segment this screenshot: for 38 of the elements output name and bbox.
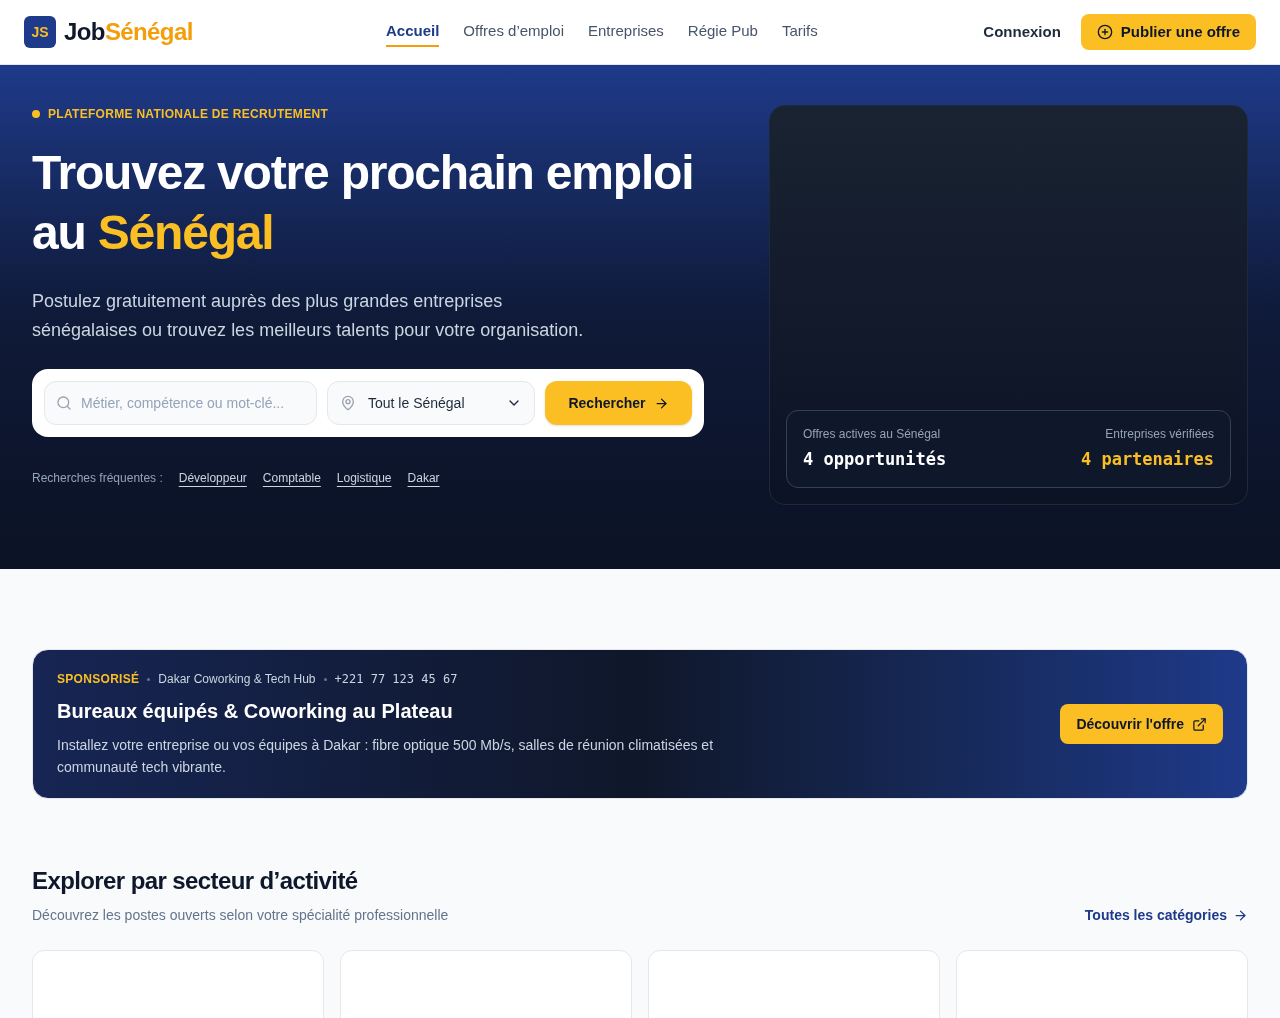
company-name: Dakar Coworking & Tech Hub (158, 671, 316, 688)
nav-link[interactable]: Tarifs (781, 19, 818, 45)
section-title: Explorer par secteur d’activité (32, 866, 359, 896)
nav-link[interactable]: Offres d’emploi (463, 19, 564, 45)
frequent-search-link[interactable]: Comptable (262, 469, 321, 487)
frequent-search-link[interactable]: Logistique (336, 469, 392, 487)
stat-label: Entreprises vérifiées (1104, 426, 1214, 444)
login-link[interactable]: Connexion (983, 20, 1061, 44)
sponsored-text: Installez votre entreprise ou vos équipes à Dakar : fibre optique 500 Mb/s, salles de réunion climatisées et communauté tech vibrante. (57, 736, 715, 777)
publish-button[interactable]: Publier une offre (1080, 14, 1256, 50)
external-link-icon (1192, 716, 1207, 732)
stat-label: Offres actives au Sénégal (803, 426, 942, 444)
all-categories-link[interactable]: Toutes les catégories (1084, 905, 1248, 926)
hero-title: Trouvez votre prochain emploi au Sénégal (32, 145, 695, 261)
phone-number: +221 77 123 45 67 (334, 671, 458, 688)
nav-link[interactable]: Entreprises (587, 19, 664, 45)
frequent-search-link[interactable]: Développeur (178, 469, 247, 487)
sponsored-tag: SPONSORISÉ (57, 670, 140, 688)
logo-text[interactable]: JobSénégal (64, 14, 193, 50)
nav-link[interactable]: Régie Pub (687, 19, 758, 45)
nav-link[interactable]: Accueil (386, 19, 440, 48)
stat-value: 4 opportunités (803, 448, 947, 472)
frequent-search-link[interactable]: Dakar (407, 469, 440, 487)
discover-button[interactable]: Découvrir l'offre (1060, 704, 1223, 744)
section-subtitle: Découvrez les postes ouverts selon votre spécialité professionnelle (32, 906, 449, 925)
sponsored-title: Bureaux équipés & Coworking au Plateau (57, 699, 454, 724)
eyebrow-text: PLATEFORME NATIONALE DE RECRUTEMENT (48, 106, 329, 123)
stat-value: 4 partenaires (1080, 448, 1214, 472)
pin-icon (340, 395, 356, 411)
location-select[interactable]: Tout le Sénégal (327, 381, 535, 425)
logo-mark: JS (24, 16, 56, 48)
hero-subtitle: Postulez gratuitement auprès des plus grandes entreprises sénégalaises ou trouvez les meilleurs talents pour votre organisation. (32, 290, 585, 342)
arrow-icon (653, 395, 669, 411)
search-button[interactable]: Rechercher (545, 381, 692, 425)
arrow-icon (1233, 908, 1248, 923)
keyword-field[interactable]: Métier, compétence ou mot-clé... (44, 381, 317, 425)
frequent-label: Recherches fréquentes : (32, 470, 163, 487)
plus-icon (1096, 24, 1113, 40)
